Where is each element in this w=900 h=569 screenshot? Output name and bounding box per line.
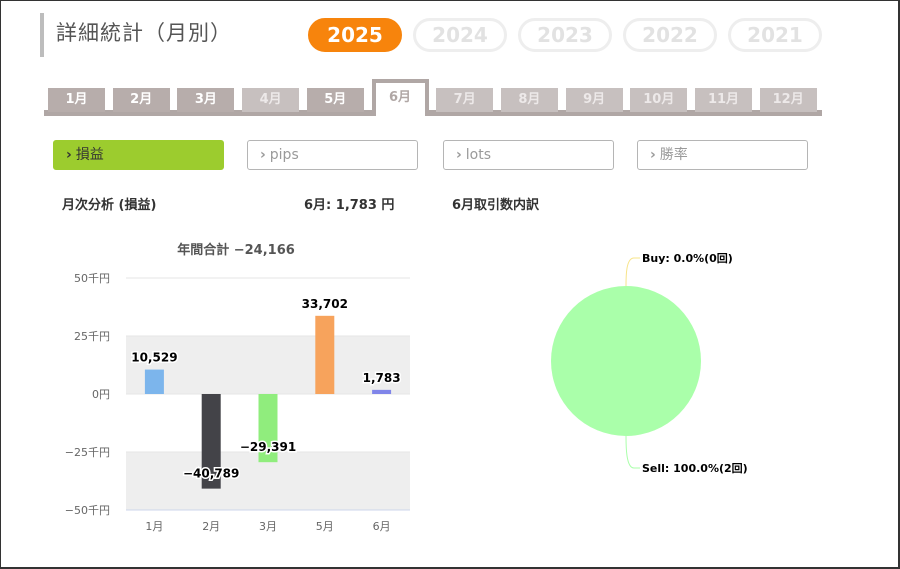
month-tab-5[interactable]: 5月: [306, 88, 364, 112]
y-tick-label: 50千円: [74, 272, 110, 285]
metric-button-0[interactable]: › 損益: [53, 140, 224, 170]
metric-label: 勝率: [659, 147, 688, 163]
analysis-heading: 月次分析 (損益): [62, 198, 157, 213]
breakdown-heading: 6月取引数内訳: [452, 198, 540, 213]
year-button-2[interactable]: 2023: [518, 18, 612, 52]
metric-label: 損益: [75, 147, 104, 163]
x-tick-label: 3月: [259, 520, 277, 533]
page-title: 詳細統計（月別）: [56, 21, 232, 45]
plot-band: [126, 336, 410, 394]
data-label-3月: −29,391: [240, 440, 296, 454]
month-tab-4: 4月: [242, 88, 300, 112]
pie-label-Sell: Sell: 100.0%(2回): [642, 461, 748, 475]
month-tab-7: 7月: [436, 88, 494, 112]
page-title-block: 詳細統計（月別）: [40, 13, 232, 57]
pie-label-Buy: Buy: 0.0%(0回): [642, 251, 733, 265]
y-tick-label: 0円: [92, 388, 110, 401]
year-button-0[interactable]: 2025: [308, 18, 402, 52]
year-button-3[interactable]: 2022: [623, 18, 717, 52]
metric-label: lots: [465, 147, 492, 163]
connector-Sell: [625, 435, 640, 469]
data-label-1月: 10,529: [131, 351, 177, 365]
data-label-5月: 33,702: [302, 297, 348, 311]
y-tick-label: −50千円: [65, 504, 110, 517]
trade-breakdown-pie-chart: Buy: 0.0%(0回) Sell: 100.0%(2回): [551, 251, 748, 475]
chevron-right-icon: ›: [260, 147, 266, 163]
month-tab-12: 12月: [759, 88, 817, 112]
month-tab-3[interactable]: 3月: [177, 88, 235, 112]
connector-Buy: [625, 257, 640, 287]
chevron-right-icon: ›: [650, 147, 656, 163]
x-tick-label: 2月: [202, 520, 220, 533]
x-tick-label: 1月: [145, 520, 163, 533]
data-label-2月: −40,789: [183, 467, 239, 481]
month-tab-8: 8月: [500, 88, 558, 112]
y-tick-label: −25千円: [65, 446, 110, 459]
year-button-4[interactable]: 2021: [728, 18, 822, 52]
month-tab-11: 11月: [695, 88, 752, 112]
month-tab-9: 9月: [565, 88, 623, 112]
month-tab-6[interactable]: 6月: [371, 79, 429, 116]
month-tab-2[interactable]: 2月: [112, 88, 170, 112]
metric-button-3[interactable]: › 勝率: [637, 140, 808, 170]
chevron-right-icon: ›: [66, 147, 72, 163]
monthly-pl-bar-chart: 50千円 25千円 0円 −25千円 −50千円 年間合計 −24,166 10,529 1月…: [65, 242, 410, 533]
x-tick-label: 5月: [316, 520, 334, 533]
month-tab-10: 10月: [630, 88, 688, 112]
bar-1月: [144, 369, 164, 394]
month-tab-1[interactable]: 1月: [48, 88, 105, 112]
month-tabs: 1月 2月 3月 4月 5月 6月 7月 8月 9月 10月 11月 12月: [44, 79, 822, 117]
x-tick-label: 6月: [373, 520, 391, 533]
y-tick-label: 25千円: [74, 330, 110, 343]
current-month-summary: 6月: 1,783 円: [304, 198, 395, 213]
metric-label: pips: [269, 147, 299, 163]
chevron-right-icon: ›: [456, 147, 462, 163]
bar-5月: [315, 315, 335, 394]
metric-button-2[interactable]: › lots: [443, 140, 614, 170]
bar-6月: [372, 389, 392, 394]
year-button-1[interactable]: 2024: [413, 18, 507, 52]
chart-title: 年間合計 −24,166: [177, 242, 295, 258]
metric-button-1[interactable]: › pips: [247, 140, 418, 170]
data-label-6月: 1,783: [363, 371, 401, 385]
pie-slice-Sell: [551, 286, 701, 436]
